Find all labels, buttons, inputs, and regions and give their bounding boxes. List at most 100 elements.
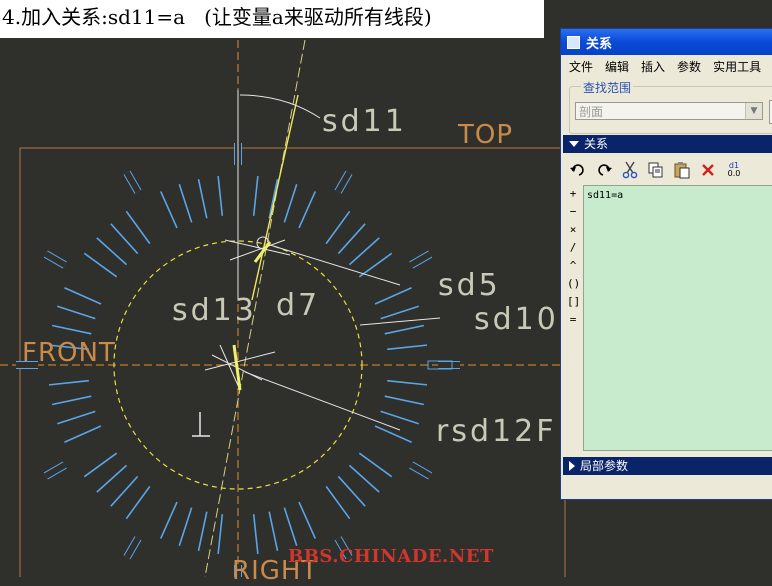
- tick-line: [337, 475, 366, 507]
- scope-label: 查找范围: [581, 79, 634, 96]
- paste-icon[interactable]: [669, 159, 695, 181]
- relations-dialog: 关系 文件 编辑 插入 参数 实用工具 查找范围 剖面 ▼ 关系 d1 0.0 …: [560, 28, 772, 500]
- tick-line: [374, 286, 412, 305]
- tick-line: [283, 507, 298, 546]
- scope-value: 剖面: [579, 105, 604, 119]
- cut-icon[interactable]: [617, 159, 643, 181]
- plane-label-front: FRONT: [22, 338, 116, 368]
- tick-line: [110, 223, 139, 255]
- tick-line: [325, 485, 351, 520]
- dim-sd11[interactable]: sd11: [322, 104, 407, 139]
- relations-section-title: 关系: [584, 137, 609, 151]
- delete-icon[interactable]: [695, 159, 721, 181]
- tick-line: [64, 286, 102, 305]
- tick-line: [252, 175, 259, 216]
- tick-line: [125, 210, 151, 245]
- operator-column: + − × / ^ () [] =: [567, 187, 580, 331]
- sd10-leader: [359, 317, 441, 326]
- relation-line[interactable]: sd11=a: [587, 190, 623, 201]
- menu-parameters[interactable]: 参数: [671, 58, 707, 75]
- tick-line: [348, 464, 380, 493]
- window-icon: [567, 35, 580, 49]
- tick-line: [387, 379, 428, 386]
- tick-line: [384, 324, 425, 335]
- op-power-button[interactable]: ^: [567, 259, 579, 277]
- menu-insert[interactable]: 插入: [635, 58, 671, 75]
- perpendicular-symbol: [192, 412, 210, 437]
- dim-sd12-text: rsd12: [436, 414, 537, 449]
- tick-line: [178, 507, 193, 546]
- tick-line: [96, 237, 128, 266]
- tick-line: [83, 452, 118, 478]
- watermark: BBS.CHINADE.NET: [288, 546, 494, 567]
- tick-line: [380, 410, 419, 425]
- scope-select[interactable]: 剖面 ▼: [575, 102, 763, 120]
- tick-line: [217, 175, 224, 216]
- dim-sd12-suffix: F: [536, 414, 557, 449]
- tick-line: [358, 452, 393, 478]
- menu-utilities[interactable]: 实用工具: [707, 58, 767, 75]
- angle-dim-arc: [239, 94, 321, 119]
- tick-line: [51, 324, 92, 335]
- tick-line: [283, 184, 298, 223]
- tick-line: [110, 475, 139, 507]
- step-caption: 4.加入关系:sd11=a (让变量a来驱动所有线段): [0, 0, 544, 38]
- tick-line: [384, 395, 425, 406]
- relations-section-header[interactable]: 关系: [563, 135, 772, 153]
- tick-line: [51, 395, 92, 406]
- tick-line: [125, 485, 151, 520]
- redo-icon[interactable]: [591, 159, 617, 181]
- dim-sd10[interactable]: sd10: [474, 302, 559, 337]
- chevron-down-icon[interactable]: ▼: [745, 103, 762, 119]
- tick-line: [57, 410, 96, 425]
- tick-line: [387, 344, 428, 351]
- tick-line: [325, 210, 351, 245]
- menu-bar: 文件 编辑 插入 参数 实用工具: [561, 55, 772, 77]
- tick-line: [374, 425, 412, 444]
- op-bracket-button[interactable]: []: [567, 295, 580, 313]
- dim-sd12[interactable]: rsd12F: [436, 414, 556, 449]
- op-paren-button[interactable]: (): [567, 277, 580, 295]
- tick-line: [197, 178, 208, 219]
- tick-line: [348, 237, 380, 266]
- tick-line: [64, 425, 102, 444]
- op-minus-button[interactable]: −: [567, 205, 579, 223]
- op-divide-button[interactable]: /: [567, 241, 579, 259]
- dimension-toggle-icon[interactable]: d1 0.0: [721, 159, 747, 181]
- local-params-section-header[interactable]: 局部参数: [563, 457, 772, 475]
- op-equals-button[interactable]: =: [567, 313, 579, 331]
- op-multiply-button[interactable]: ×: [567, 223, 579, 241]
- dialog-titlebar[interactable]: 关系: [561, 29, 772, 55]
- tick-line: [380, 305, 419, 320]
- menu-file[interactable]: 文件: [563, 58, 599, 75]
- tick-line: [337, 223, 366, 255]
- tick-line: [159, 501, 178, 539]
- undo-icon[interactable]: [565, 159, 591, 181]
- dim-sd5[interactable]: sd5: [438, 268, 501, 303]
- tick-line: [197, 511, 208, 552]
- sd12-leader: [244, 371, 401, 431]
- tick-line: [298, 501, 317, 539]
- relations-editor[interactable]: sd11=a: [583, 185, 772, 451]
- plane-label-top: TOP: [458, 120, 514, 150]
- relations-toolbar: d1 0.0: [565, 157, 747, 183]
- dialog-title: 关系: [586, 36, 613, 52]
- tick-line: [178, 184, 193, 223]
- expand-icon: [569, 461, 575, 471]
- collapse-icon: [569, 141, 579, 147]
- tick-line: [268, 511, 279, 552]
- tick-line: [48, 379, 89, 386]
- op-plus-button[interactable]: +: [567, 187, 579, 205]
- tick-line: [57, 305, 96, 320]
- copy-icon[interactable]: [643, 159, 669, 181]
- driven-segment: [251, 94, 299, 301]
- tick-line: [96, 464, 128, 493]
- dim-sd13[interactable]: sd13: [172, 293, 257, 328]
- menu-edit[interactable]: 编辑: [599, 58, 635, 75]
- tick-line: [83, 252, 118, 278]
- tick-line: [358, 252, 393, 278]
- tick-line: [252, 514, 259, 555]
- local-params-title: 局部参数: [580, 459, 629, 473]
- tick-line: [217, 514, 224, 555]
- dim-d7[interactable]: d7: [276, 288, 320, 323]
